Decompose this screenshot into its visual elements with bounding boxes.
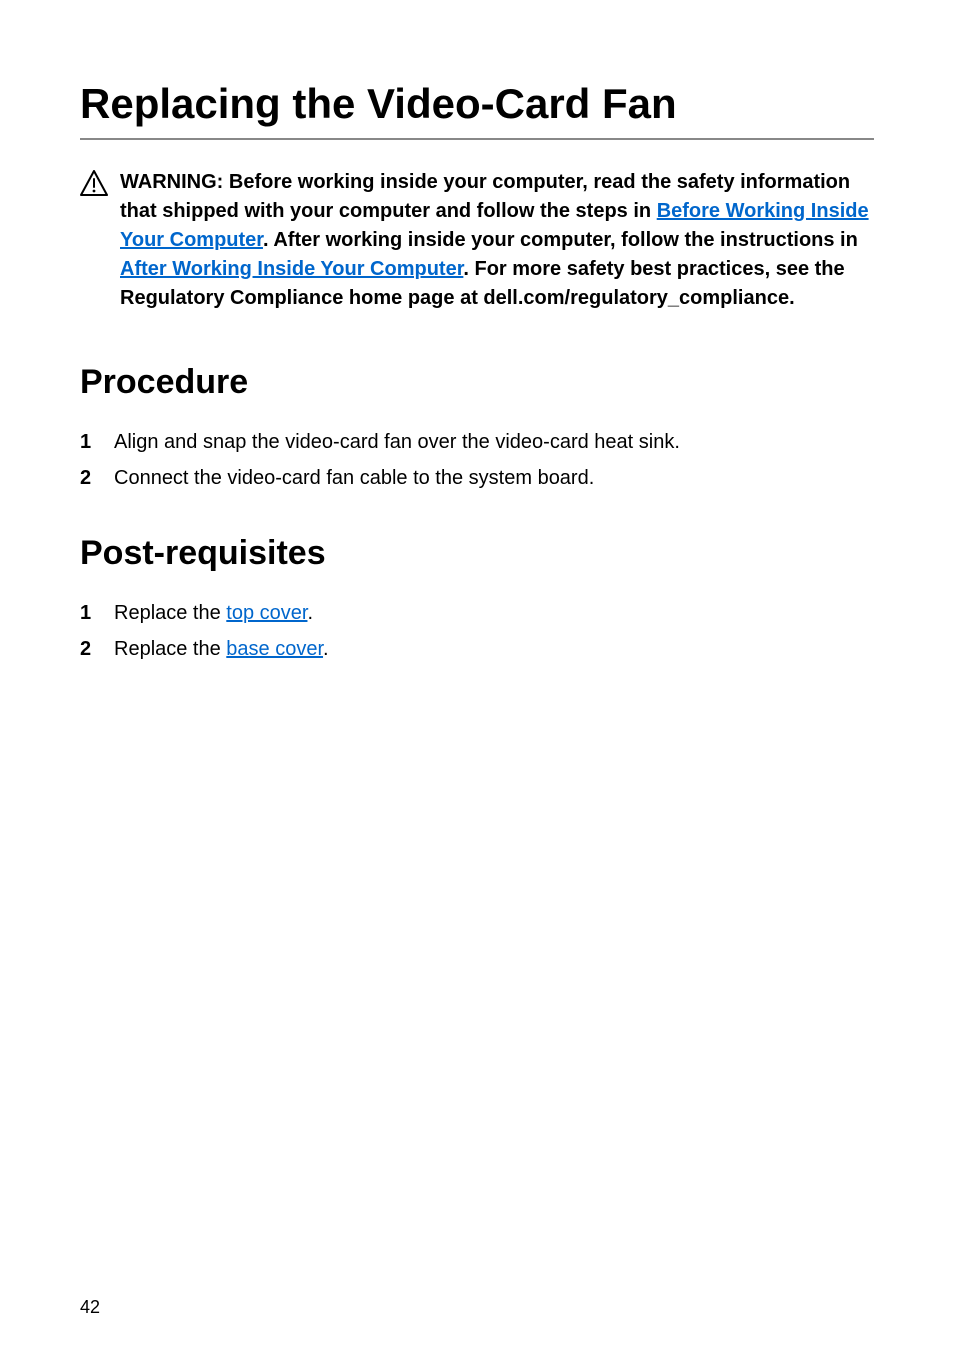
- procedure-step-1: Align and snap the video-card fan over t…: [114, 426, 680, 458]
- postreq-2-suffix: .: [323, 638, 329, 660]
- base-cover-link[interactable]: base cover: [226, 638, 323, 660]
- postreq-heading: Post-requisites: [80, 534, 874, 573]
- list-item: Align and snap the video-card fan over t…: [80, 426, 874, 458]
- list-item: Replace the base cover.: [80, 633, 874, 665]
- postreq-list: Replace the top cover. Replace the base …: [80, 597, 874, 665]
- top-cover-link[interactable]: top cover: [226, 602, 307, 624]
- warning-mid1: . After working inside your computer, fo…: [263, 229, 858, 251]
- postreq-1-prefix: Replace the: [114, 602, 226, 624]
- postreq-2-prefix: Replace the: [114, 638, 226, 660]
- warning-icon: [80, 168, 108, 201]
- list-item: Connect the video-card fan cable to the …: [80, 462, 874, 494]
- postreq-1-suffix: .: [307, 602, 313, 624]
- warning-text: WARNING: Before working inside your comp…: [120, 168, 874, 313]
- page-title: Replacing the Video-Card Fan: [80, 80, 874, 140]
- procedure-step-2: Connect the video-card fan cable to the …: [114, 462, 594, 494]
- list-item: Replace the top cover.: [80, 597, 874, 629]
- procedure-heading: Procedure: [80, 363, 874, 402]
- after-working-link[interactable]: After Working Inside Your Computer: [120, 258, 463, 280]
- warning-block: WARNING: Before working inside your comp…: [80, 168, 874, 313]
- page-content: Replacing the Video-Card Fan WARNING: Be…: [0, 0, 954, 665]
- page-number: 42: [80, 1297, 100, 1318]
- procedure-list: Align and snap the video-card fan over t…: [80, 426, 874, 494]
